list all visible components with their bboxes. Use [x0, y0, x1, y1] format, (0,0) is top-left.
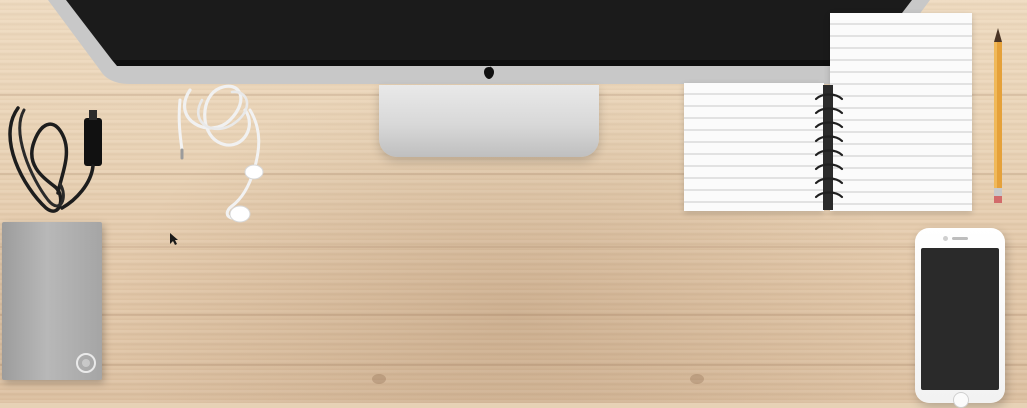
wood-knot	[690, 374, 704, 384]
drive-logo-icon	[76, 353, 96, 373]
external-hard-drive	[2, 222, 102, 380]
phone-screen	[921, 248, 999, 390]
usb-cable	[6, 98, 116, 223]
wood-grain-line	[0, 314, 1027, 316]
wood-grain-line	[0, 246, 1027, 248]
notebook-right-page	[830, 13, 972, 211]
spiral-notebook	[684, 13, 972, 211]
imac-stand	[379, 85, 599, 157]
home-button	[953, 392, 969, 408]
wood-knot	[372, 374, 386, 384]
pencil	[993, 28, 1003, 203]
earpiece-speaker	[952, 237, 968, 240]
notebook-rings	[812, 91, 846, 211]
mouse-cursor-icon	[169, 232, 179, 246]
notebook-left-page	[684, 83, 824, 211]
apple-logo-icon	[476, 66, 502, 80]
wood-grain-line	[0, 364, 1027, 366]
front-camera-icon	[943, 236, 948, 241]
smartphone	[915, 228, 1005, 408]
earphones	[170, 80, 310, 230]
